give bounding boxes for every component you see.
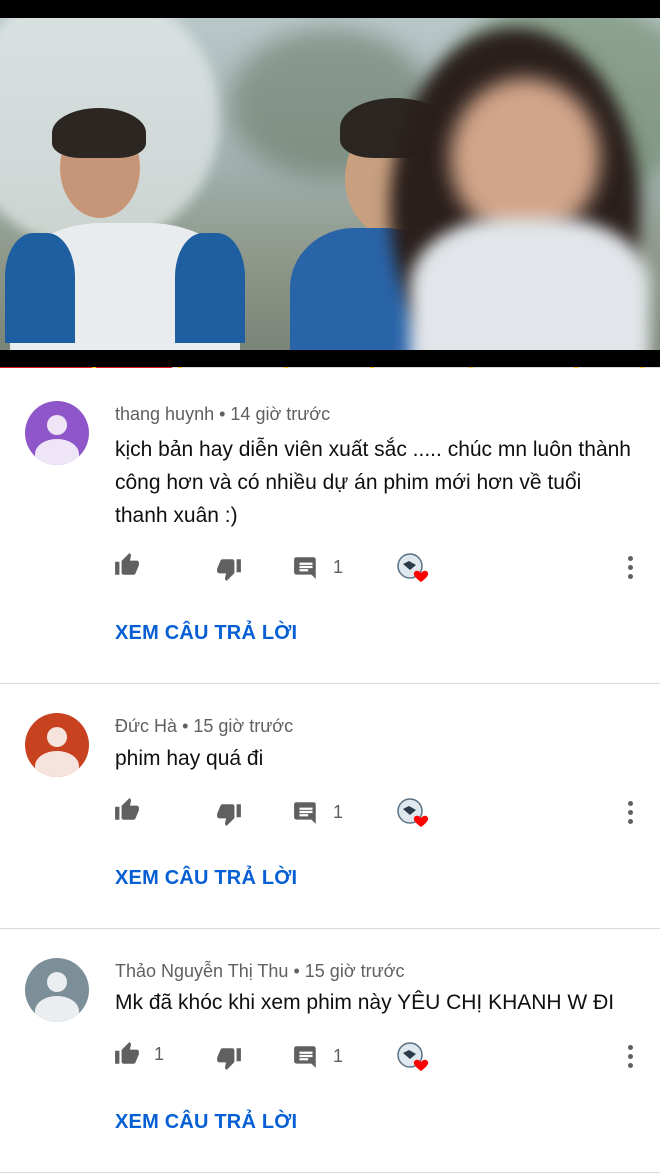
comment-reply-icon — [293, 799, 319, 825]
more-options-icon[interactable] — [626, 556, 636, 580]
comment-author[interactable]: Thảo Nguyễn Thị Thu — [115, 961, 288, 981]
reply-button[interactable]: 1 — [293, 799, 343, 825]
creator-heart-badge — [396, 1041, 430, 1075]
video-progress-bar[interactable] — [0, 367, 660, 368]
comment-reply-icon — [293, 554, 319, 580]
comment-time: 15 giờ trước — [304, 961, 405, 981]
avatar-body-shape — [35, 439, 79, 465]
chapter-marker — [574, 367, 579, 368]
meta-separator-dot: • — [182, 716, 194, 736]
thumbs-up-icon — [114, 1041, 140, 1067]
avatar[interactable] — [25, 958, 89, 1022]
meta-separator-dot: • — [293, 961, 305, 981]
reply-count: 1 — [333, 801, 344, 822]
thumbs-down-icon — [216, 801, 242, 827]
creator-heart-badge — [396, 552, 430, 586]
comment-author[interactable]: Đức Hà — [115, 716, 177, 736]
avatar-head-shape — [47, 727, 67, 747]
dislike-button[interactable] — [216, 1045, 242, 1071]
chapter-marker — [468, 367, 473, 368]
view-replies-button[interactable]: XEM CÂU TRẢ LỜI — [115, 1111, 297, 1134]
comment-reply-icon — [293, 1043, 319, 1069]
avatar[interactable] — [25, 401, 89, 465]
reply-count: 1 — [333, 1045, 344, 1066]
video-player[interactable] — [0, 0, 660, 368]
avatar-body-shape — [35, 751, 79, 777]
thumbs-up-icon — [114, 797, 140, 823]
avatar-head-shape — [47, 415, 67, 435]
more-options-icon[interactable] — [626, 1045, 636, 1069]
comment-time: 14 giờ trước — [230, 404, 331, 424]
chapter-marker — [369, 367, 374, 368]
dislike-button[interactable] — [216, 556, 242, 582]
comment-text: kịch bản hay diễn viên xuất sắc ..... ch… — [115, 438, 631, 527]
video-frame — [0, 18, 660, 350]
like-button[interactable] — [114, 552, 154, 578]
comment-meta: Thảo Nguyễn Thị Thu • 15 giờ trước — [115, 961, 404, 982]
thumbs-down-icon — [216, 1045, 242, 1071]
comment-text: phim hay quá đi — [115, 747, 264, 770]
comment-time: 15 giờ trước — [193, 716, 294, 736]
avatar[interactable] — [25, 713, 89, 777]
avatar-body-shape — [35, 996, 79, 1022]
comment-actions: 1 — [0, 548, 660, 588]
comment-actions: 1 1 — [0, 1037, 660, 1077]
like-count: 1 — [154, 1043, 165, 1064]
comment-author[interactable]: thang huynh — [115, 404, 214, 424]
dislike-button[interactable] — [216, 801, 242, 827]
video-progress-played — [0, 367, 172, 368]
comment-meta: Đức Hà • 15 giờ trước — [115, 716, 293, 737]
like-button[interactable] — [114, 797, 154, 823]
creator-avatar-heart-icon — [397, 798, 429, 827]
chapter-marker — [640, 367, 645, 368]
reply-button[interactable]: 1 — [293, 1043, 343, 1069]
comment-divider — [0, 683, 660, 684]
thumbs-up-icon — [114, 552, 140, 578]
like-button[interactable]: 1 — [114, 1041, 164, 1067]
chapter-marker — [178, 367, 183, 368]
view-replies-button[interactable]: XEM CÂU TRẢ LỜI — [115, 622, 297, 645]
reply-button[interactable]: 1 — [293, 554, 343, 580]
comment-actions: 1 — [0, 793, 660, 833]
comment-meta: thang huynh • 14 giờ trước — [115, 404, 330, 425]
meta-separator-dot: • — [219, 404, 231, 424]
view-replies-button[interactable]: XEM CÂU TRẢ LỜI — [115, 867, 297, 890]
comment-text: Mk đã khóc khi xem phim này YÊU CHỊ KHAN… — [115, 991, 615, 1014]
creator-avatar-heart-icon — [397, 1042, 429, 1071]
more-options-icon[interactable] — [626, 801, 636, 825]
thumbs-down-icon — [216, 556, 242, 582]
chapter-marker — [92, 367, 97, 368]
creator-heart-badge — [396, 797, 430, 831]
chapter-marker — [283, 367, 288, 368]
comment-divider — [0, 928, 660, 929]
avatar-head-shape — [47, 972, 67, 992]
reply-count: 1 — [333, 556, 344, 577]
creator-avatar-heart-icon — [397, 553, 429, 582]
